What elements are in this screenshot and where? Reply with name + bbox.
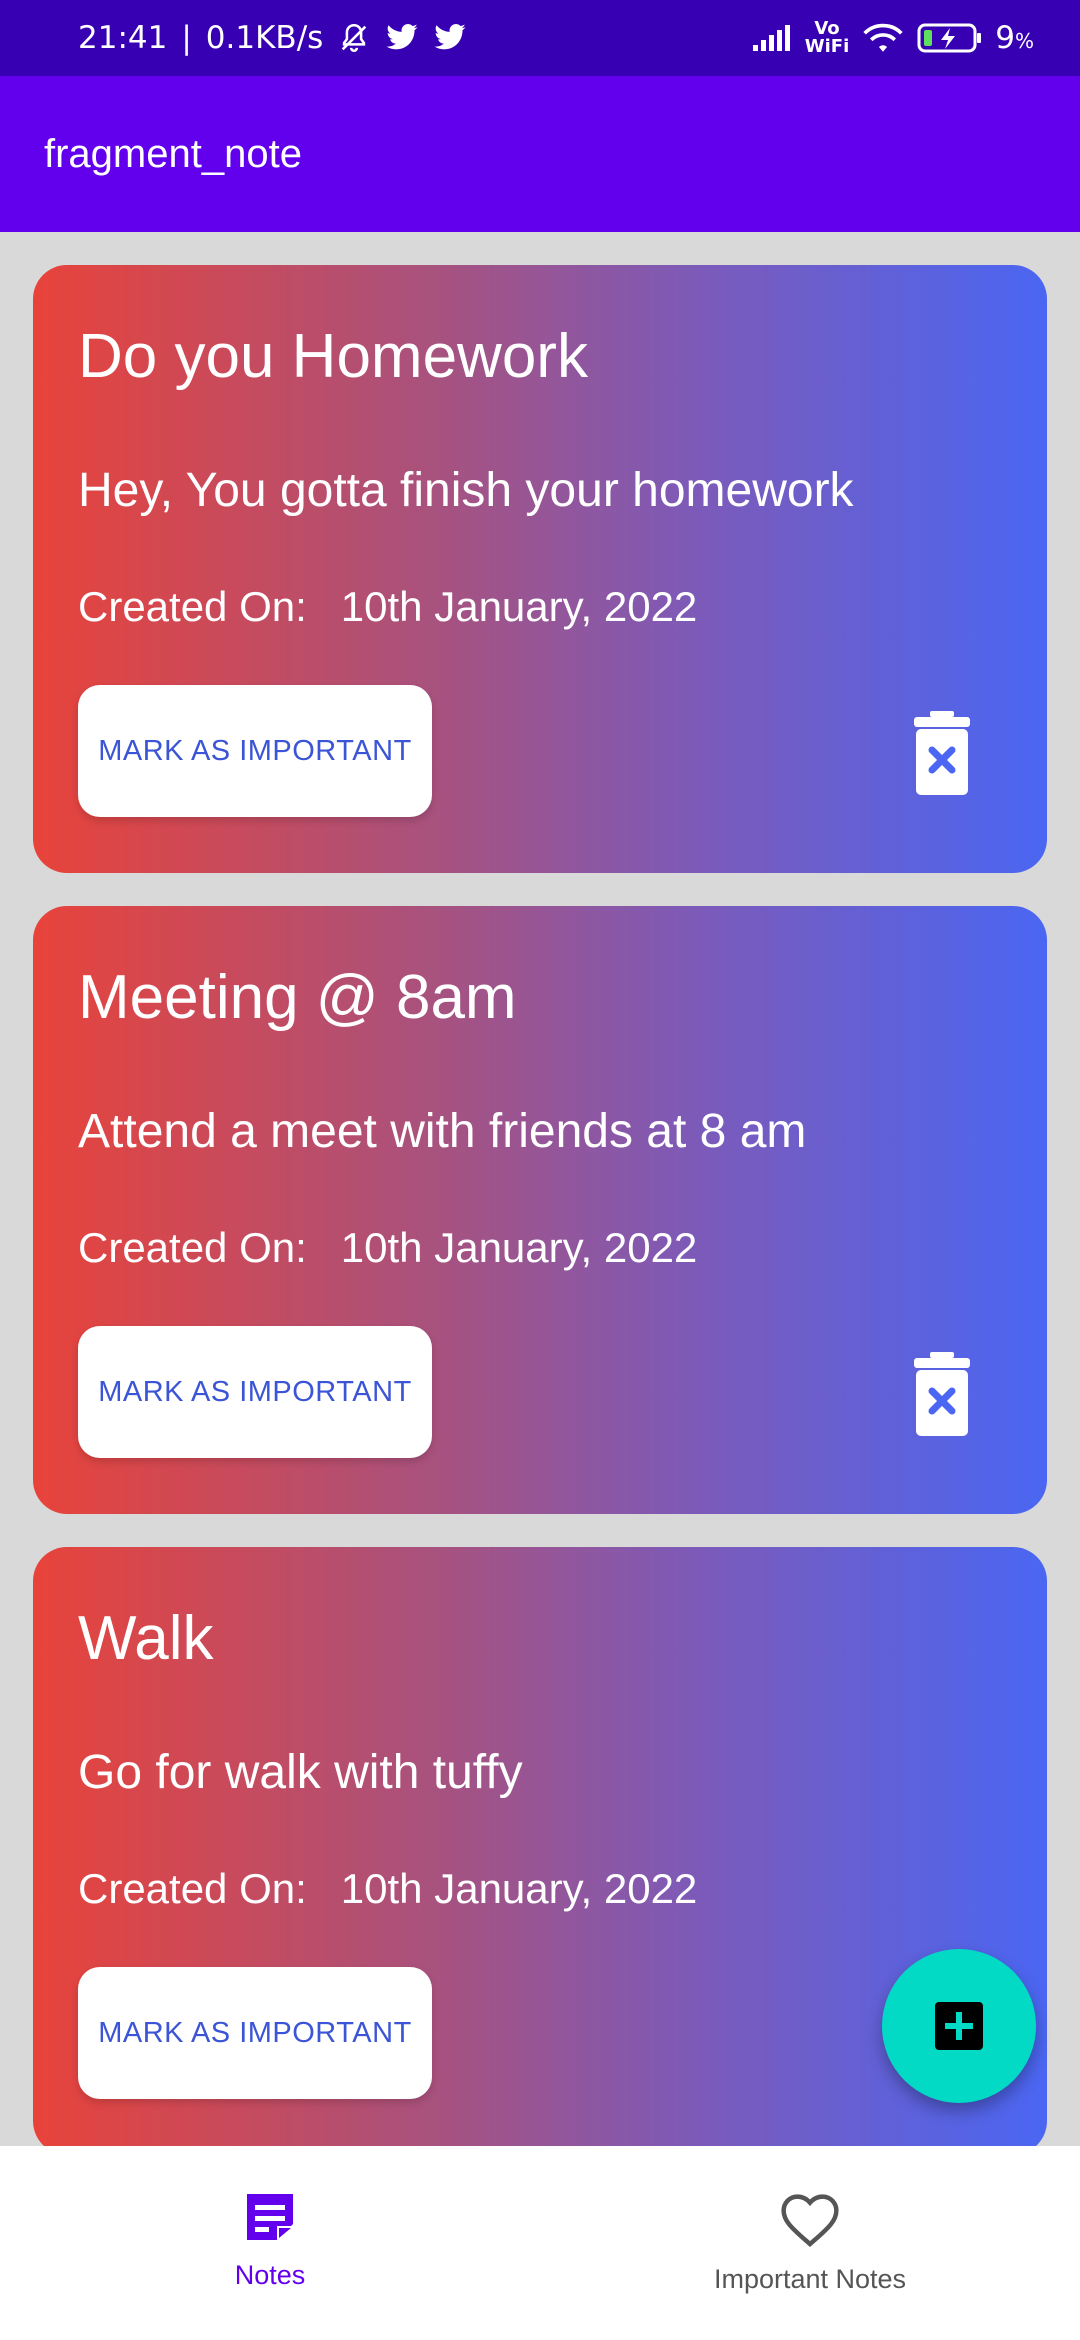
status-bar: 21:41 | 0.1KB/s Vo WiFi 9%: [0, 0, 1080, 76]
note-created: Created On: 10th January, 2022: [78, 1865, 697, 1913]
status-time: 21:41: [78, 20, 168, 56]
note-card[interactable]: Do you Homework Hey, You gotta finish yo…: [33, 265, 1047, 873]
nav-item-important-notes[interactable]: Important Notes: [540, 2146, 1080, 2340]
mark-important-button[interactable]: MARK AS IMPORTANT: [78, 685, 432, 817]
add-icon: [935, 2002, 983, 2050]
notes-list[interactable]: Do you Homework Hey, You gotta finish yo…: [0, 232, 1080, 2146]
status-network-speed: 0.1KB/s: [205, 20, 324, 56]
created-label: Created On:: [78, 1865, 307, 1912]
status-left: 21:41 | 0.1KB/s: [78, 20, 467, 56]
vowifi-icon: Vo WiFi: [805, 20, 850, 56]
note-title: Walk: [78, 1604, 214, 1673]
note-description: Hey, You gotta finish your homework: [78, 464, 854, 517]
twitter-icon: [434, 24, 466, 50]
app-title: fragment_note: [44, 131, 302, 176]
nav-label-notes: Notes: [234, 2260, 306, 2290]
created-date: 10th January, 2022: [340, 1224, 698, 1271]
app-bar: fragment_note: [0, 76, 1080, 232]
signal-icon: [752, 25, 790, 51]
note-description: Go for walk with tuffy: [78, 1746, 523, 1799]
mark-important-button[interactable]: MARK AS IMPORTANT: [78, 1326, 432, 1458]
notes-icon: [247, 2194, 293, 2240]
nav-item-notes[interactable]: Notes: [0, 2146, 540, 2340]
delete-icon[interactable]: [910, 709, 974, 797]
bottom-navigation: Notes Important Notes: [0, 2146, 1080, 2340]
created-date: 10th January, 2022: [340, 583, 698, 630]
status-right: Vo WiFi 9%: [751, 20, 1034, 56]
delete-icon[interactable]: [910, 1350, 974, 1438]
note-description: Attend a meet with friends at 8 am: [78, 1105, 807, 1158]
note-created: Created On: 10th January, 2022: [78, 1224, 697, 1272]
mute-bell-icon: [342, 23, 367, 52]
battery-charging-icon: [917, 23, 982, 53]
note-title: Do you Homework: [78, 322, 588, 391]
add-note-fab[interactable]: [882, 1949, 1036, 2103]
nav-label-important-notes: Important Notes: [713, 2264, 907, 2294]
created-date: 10th January, 2022: [340, 1865, 698, 1912]
created-label: Created On:: [78, 1224, 307, 1271]
battery-level: 9%: [995, 20, 1034, 56]
mark-important-button[interactable]: MARK AS IMPORTANT: [78, 1967, 432, 2099]
note-created: Created On: 10th January, 2022: [78, 583, 697, 631]
battery-unit: %: [1014, 29, 1034, 53]
status-separator: |: [181, 20, 192, 56]
heart-icon: [781, 2194, 839, 2248]
vowifi-bottom: WiFi: [804, 36, 850, 57]
created-label: Created On:: [78, 583, 307, 630]
note-card[interactable]: Meeting @ 8am Attend a meet with friends…: [33, 906, 1047, 1514]
note-title: Meeting @ 8am: [78, 963, 517, 1032]
twitter-icon: [386, 24, 418, 50]
wifi-icon: [863, 23, 903, 52]
